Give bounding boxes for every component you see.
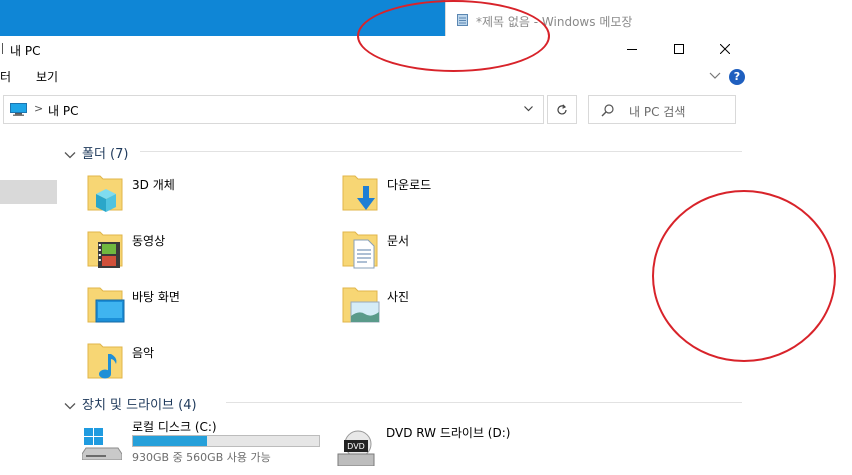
maximize-button[interactable] (656, 36, 702, 62)
documents-folder-icon (342, 231, 378, 269)
minimize-button[interactable] (609, 36, 655, 62)
folder-label: 음악 (132, 346, 155, 360)
drive-item-dvd-d[interactable]: DVD DVD RW 드라이브 (D:) (336, 424, 596, 474)
downloads-folder-icon (342, 175, 378, 211)
notepad-window-titlebar[interactable]: *제목 없음 - Windows 메모장 (445, 0, 852, 36)
collapse-chevron-icon (64, 402, 76, 409)
address-dropdown-chevron-icon[interactable] (524, 105, 533, 112)
drive-item-local-disk-c[interactable]: 로컬 디스크 (C:) 930GB 중 560GB 사용 가능 (82, 418, 332, 468)
pictures-folder-icon (342, 287, 380, 323)
address-bar[interactable]: > 내 PC (3, 95, 544, 124)
close-icon (720, 44, 730, 54)
ribbon-expand-chevron-icon[interactable] (709, 70, 721, 80)
music-folder-icon (87, 343, 123, 379)
folder-item-3d-objects[interactable]: 3D 개체 (86, 172, 326, 220)
svg-text:DVD: DVD (347, 442, 365, 451)
local-disk-icon (82, 428, 122, 460)
drive-free-space: 930GB 중 560GB 사용 가능 (132, 451, 271, 464)
notepad-icon (457, 14, 468, 26)
devices-section-header[interactable]: 장치 및 드라이브 (4) (64, 394, 197, 413)
maximize-icon (674, 44, 684, 54)
search-box[interactable]: 내 PC 검색 (588, 95, 736, 124)
collapse-chevron-icon (64, 151, 76, 158)
dvd-drive-icon: DVD (337, 430, 375, 466)
search-placeholder: 내 PC 검색 (629, 105, 686, 119)
nav-pane-selected-item[interactable] (0, 180, 57, 204)
folder-item-pictures[interactable]: 사진 (341, 284, 581, 332)
refresh-icon (557, 103, 567, 114)
disk-usage-bar (132, 435, 320, 447)
folder-label: 동영상 (132, 234, 166, 248)
folder-label: 다운로드 (387, 178, 432, 192)
section-divider (140, 151, 742, 152)
3d-objects-folder-icon (87, 175, 123, 212)
section-divider (226, 402, 742, 403)
drive-label: DVD RW 드라이브 (D:) (386, 426, 511, 440)
window-title: 내 PC (10, 44, 41, 58)
breadcrumb-this-pc[interactable]: 내 PC (48, 102, 78, 119)
search-icon (601, 104, 614, 117)
close-button[interactable] (702, 36, 748, 62)
folder-item-music[interactable]: 음악 (86, 340, 326, 388)
drive-label: 로컬 디스크 (C:) (132, 420, 217, 434)
folder-label: 문서 (387, 234, 410, 248)
help-icon: ? (733, 70, 741, 83)
menu-item-view[interactable]: 보기 (36, 68, 58, 85)
refresh-button[interactable] (547, 95, 577, 124)
folders-section-header[interactable]: 폴더 (7) (64, 143, 128, 162)
breadcrumb-chevron-icon[interactable]: > (34, 102, 43, 115)
minimize-icon (627, 49, 637, 50)
desktop-folder-icon (87, 287, 125, 323)
folder-label: 3D 개체 (132, 178, 175, 192)
folder-item-desktop[interactable]: 바탕 화면 (86, 284, 326, 332)
devices-header-label: 장치 및 드라이브 (4) (82, 398, 197, 413)
videos-folder-icon (87, 231, 123, 268)
folders-header-label: 폴더 (7) (82, 147, 129, 162)
folder-label: 바탕 화면 (132, 290, 180, 304)
folder-item-videos[interactable]: 동영상 (86, 228, 326, 276)
file-explorer-window: 내 PC 터 보기 ? > 내 PC 내 PC 검색 폴더 (7) 3D 개체 … (0, 36, 748, 475)
disk-usage-fill (133, 436, 208, 446)
this-pc-icon (10, 103, 27, 116)
desktop-area (748, 36, 852, 475)
title-separator (2, 43, 3, 54)
menu-item-partial[interactable]: 터 (0, 68, 11, 85)
folder-item-documents[interactable]: 문서 (341, 228, 581, 276)
help-button[interactable]: ? (729, 69, 745, 85)
folder-item-downloads[interactable]: 다운로드 (341, 172, 581, 220)
folder-label: 사진 (387, 290, 410, 304)
notepad-title: *제목 없음 - Windows 메모장 (476, 15, 633, 29)
